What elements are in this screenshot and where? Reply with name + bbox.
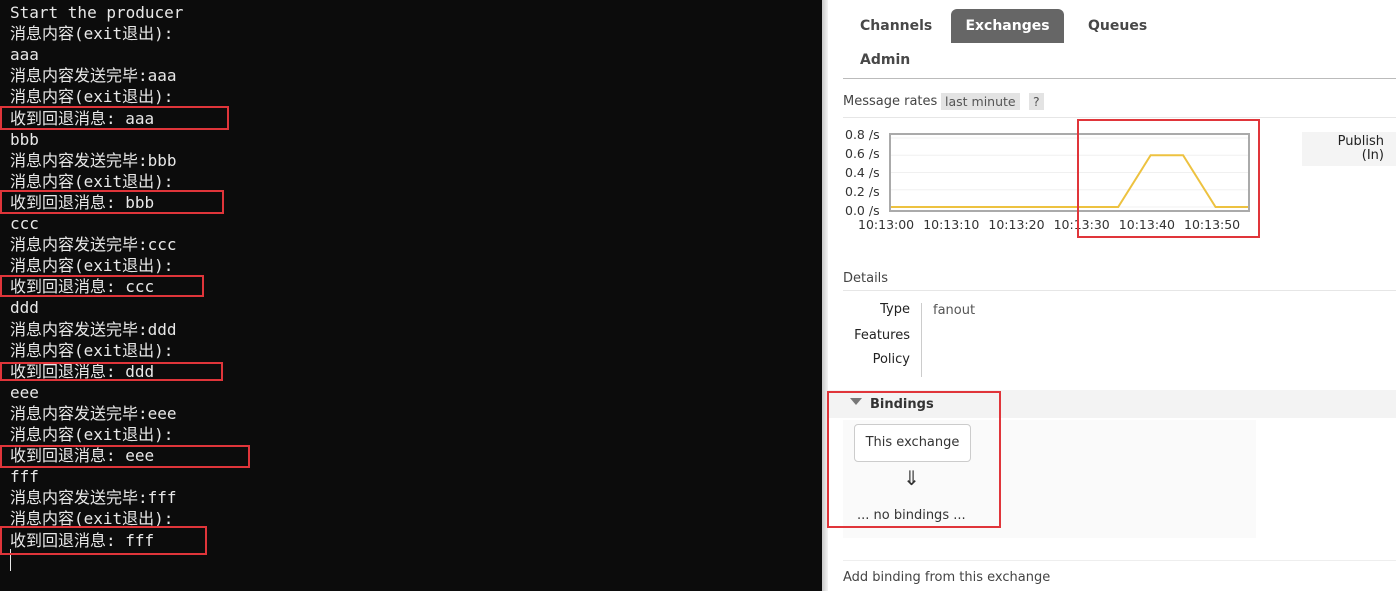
terminal-line: ccc bbox=[10, 214, 39, 233]
details-divider bbox=[843, 290, 1396, 291]
x-tick-label: 10:13:00 bbox=[858, 217, 915, 232]
chart-legend: Publish (In) bbox=[1302, 132, 1396, 166]
highlight-box bbox=[0, 190, 224, 214]
legend-label: Publish bbox=[1337, 134, 1384, 149]
range-selector[interactable]: last minute bbox=[941, 93, 1020, 110]
highlight-box bbox=[0, 362, 223, 381]
tab-exchanges[interactable]: Exchanges bbox=[951, 9, 1064, 43]
data-point bbox=[1052, 206, 1054, 208]
detail-value-type: fanout bbox=[933, 303, 976, 318]
highlight-box bbox=[0, 275, 204, 297]
terminal-line: aaa bbox=[10, 45, 39, 65]
add-binding-divider bbox=[843, 560, 1396, 561]
highlight-box bbox=[0, 445, 250, 468]
y-tick-label: 0.0 /s bbox=[845, 203, 880, 218]
x-tick-label: 10:13:10 bbox=[923, 217, 980, 232]
bindings-highlight-box bbox=[827, 391, 1001, 528]
chart-highlight-box bbox=[1077, 119, 1260, 238]
terminal-line: 消息内容发送完毕:ccc bbox=[10, 235, 177, 255]
terminal-line: Start the producer bbox=[10, 3, 184, 22]
terminal-line: 消息内容(exit退出): bbox=[10, 256, 174, 276]
y-tick-label: 0.6 /s bbox=[845, 146, 880, 161]
terminal-line: 消息内容发送完毕:aaa bbox=[10, 66, 177, 86]
data-point bbox=[955, 206, 957, 208]
rates-divider bbox=[843, 117, 1396, 118]
terminal-line: 消息内容(exit退出): bbox=[10, 425, 174, 444]
terminal-line: fff bbox=[10, 467, 39, 487]
message-rates-label: Message rates bbox=[843, 94, 938, 109]
terminal-line: 消息内容(exit退出): bbox=[10, 171, 174, 191]
y-tick-label: 0.4 /s bbox=[845, 165, 880, 180]
terminal-line: eee bbox=[10, 382, 39, 402]
y-tick-label: 0.8 /s bbox=[845, 127, 880, 142]
data-point bbox=[922, 206, 924, 208]
y-tick-label: 0.2 /s bbox=[845, 184, 880, 199]
terminal-line: 消息内容发送完毕:ddd bbox=[10, 319, 177, 339]
data-point bbox=[1020, 206, 1022, 208]
terminal-line: 消息内容(exit退出): bbox=[10, 24, 174, 44]
detail-key-policy: Policy bbox=[872, 352, 910, 367]
data-point bbox=[987, 206, 989, 208]
details-heading: Details bbox=[843, 271, 889, 286]
x-tick-label: 10:13:20 bbox=[988, 217, 1045, 232]
tab-channels[interactable]: Channels bbox=[860, 18, 932, 34]
terminal-line: bbb bbox=[10, 129, 39, 149]
terminal-window[interactable]: Start the producer 消息内容(exit退出): aaa 消息内容发送… bbox=[0, 0, 822, 591]
add-binding-heading: Add binding from this exchange bbox=[843, 570, 1051, 585]
terminal-line: 消息内容发送完毕:bbb bbox=[10, 150, 177, 170]
highlight-box bbox=[0, 106, 229, 130]
highlight-box bbox=[0, 526, 207, 555]
tab-queues[interactable]: Queues bbox=[1088, 18, 1147, 34]
details-separator bbox=[921, 303, 922, 377]
tab-admin[interactable]: Admin bbox=[860, 52, 910, 68]
help-button[interactable]: ? bbox=[1029, 93, 1044, 110]
legend-sub-label: (In) bbox=[1361, 148, 1384, 163]
terminal-line: 消息内容发送完毕:fff bbox=[10, 488, 177, 508]
terminal-line: 消息内容发送完毕:eee bbox=[10, 403, 177, 423]
detail-key-features: Features bbox=[854, 328, 910, 343]
terminal-line: 消息内容(exit退出): bbox=[10, 87, 174, 107]
detail-key-type: Type bbox=[880, 302, 910, 317]
terminal-line: 消息内容(exit退出): bbox=[10, 340, 174, 360]
terminal-line: ddd bbox=[10, 298, 39, 318]
nav-underline bbox=[843, 78, 1396, 79]
